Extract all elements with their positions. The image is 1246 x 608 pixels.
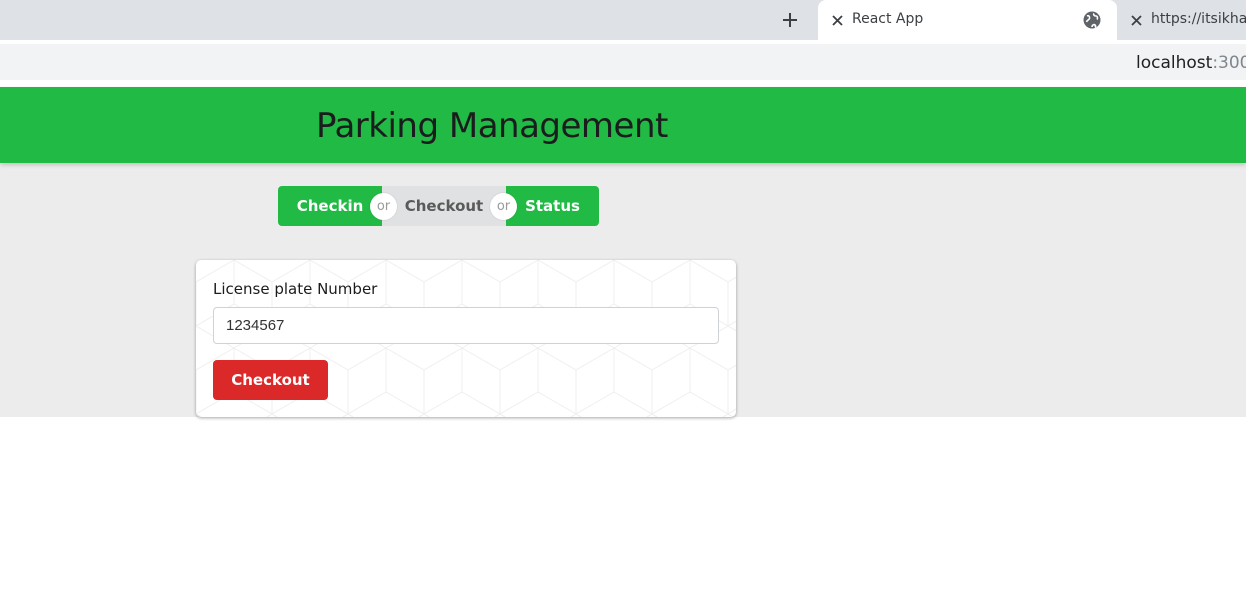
action-button-group: Checkin Checkout Status or or	[278, 186, 599, 226]
plus-icon	[783, 13, 797, 27]
tab-title: https://itsikhar	[1151, 11, 1246, 27]
checkout-tab-button[interactable]: Checkout	[382, 186, 506, 226]
browser-tab-strip: React App https://itsikhar	[0, 0, 1246, 40]
license-plate-label: License plate Number	[213, 280, 378, 298]
tab-react-app[interactable]: React App	[818, 0, 1117, 40]
page-viewport: Parking Management Checkin Checkout Stat…	[0, 87, 1246, 608]
url-host: localhost	[1136, 53, 1213, 73]
url-port: :3000	[1212, 53, 1246, 73]
tab-close-button[interactable]	[1128, 12, 1144, 28]
tab-close-button[interactable]	[829, 12, 845, 28]
app-header: Parking Management	[0, 87, 1246, 163]
page-title: Parking Management	[316, 106, 668, 146]
close-icon	[1130, 14, 1142, 26]
or-separator: or	[370, 193, 397, 220]
status-button[interactable]: Status	[506, 186, 599, 226]
close-icon	[831, 14, 843, 26]
address-bar[interactable]: localhost:3000	[0, 44, 1246, 80]
tab-external[interactable]: https://itsikhar	[1117, 0, 1246, 40]
globe-icon	[1083, 11, 1101, 29]
or-separator: or	[490, 193, 517, 220]
new-tab-button[interactable]	[776, 6, 804, 34]
checkout-form-card: License plate Number Checkout	[196, 260, 736, 417]
url-text[interactable]: localhost:3000	[1136, 53, 1246, 73]
checkin-button[interactable]: Checkin	[278, 186, 382, 226]
license-plate-input[interactable]	[213, 307, 719, 344]
checkout-submit-button[interactable]: Checkout	[213, 360, 328, 400]
tab-title: React App	[852, 11, 924, 27]
